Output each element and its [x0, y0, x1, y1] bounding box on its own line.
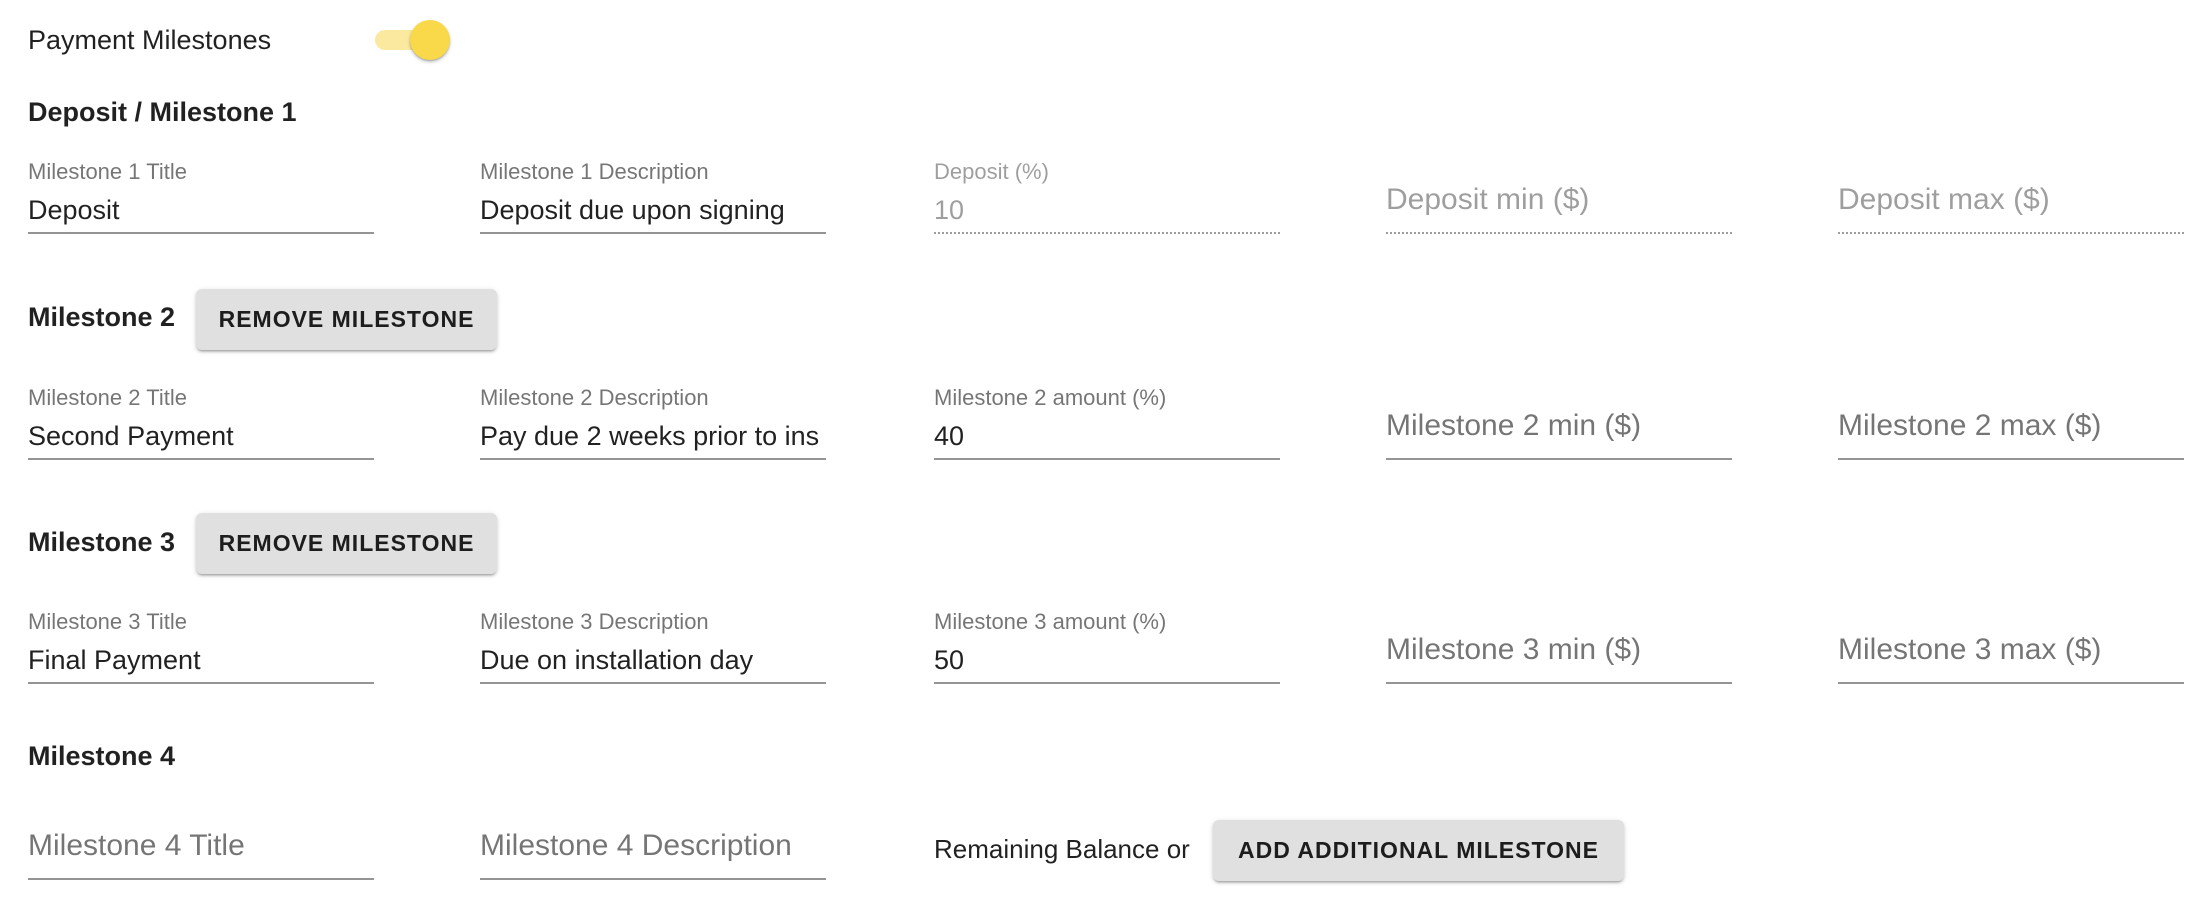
field-underline	[934, 458, 1280, 460]
field-label: Milestone 2 Title	[28, 385, 187, 410]
milestone-1-description-input[interactable]	[480, 190, 826, 230]
milestone-2-title-field[interactable]: Milestone 2 Title	[28, 384, 374, 484]
field-underline	[28, 878, 374, 880]
milestone-4-description-input[interactable]	[480, 824, 826, 868]
milestone-2-min-input[interactable]	[1386, 404, 1732, 448]
milestone-1-heading: Deposit / Milestone 1	[28, 97, 297, 127]
deposit-min-input	[1386, 178, 1732, 222]
milestone-2-description-input[interactable]	[480, 416, 826, 456]
field-underline	[480, 232, 826, 234]
deposit-percent-field: Deposit (%)	[934, 158, 1280, 258]
field-underline	[1838, 232, 2184, 234]
milestone-3-amount-field[interactable]: Milestone 3 amount (%)	[934, 608, 1280, 708]
milestone-4-title-field[interactable]	[28, 804, 374, 904]
milestone-1-description-field[interactable]: Milestone 1 Description	[480, 158, 826, 258]
milestone-2-title-input[interactable]	[28, 416, 374, 456]
field-label: Milestone 3 Title	[28, 609, 187, 634]
milestone-2-max-field[interactable]	[1838, 384, 2184, 484]
remove-milestone-3-button[interactable]: Remove Milestone	[196, 513, 497, 574]
milestone-3-description-input[interactable]	[480, 640, 826, 680]
milestone-3-min-field[interactable]	[1386, 608, 1732, 708]
remove-milestone-2-button[interactable]: Remove Milestone	[196, 289, 497, 350]
field-underline	[28, 682, 374, 684]
milestone-3-description-field[interactable]: Milestone 3 Description	[480, 608, 826, 708]
field-label: Milestone 2 amount (%)	[934, 385, 1167, 410]
field-underline	[28, 232, 374, 234]
field-underline	[1838, 458, 2184, 460]
milestone-3-max-input[interactable]	[1838, 628, 2184, 672]
milestone-3-heading: Milestone 3	[28, 527, 176, 557]
field-underline	[480, 458, 826, 460]
field-underline	[1838, 682, 2184, 684]
remaining-balance-text: Remaining Balance or	[934, 834, 1190, 864]
field-underline	[934, 682, 1280, 684]
field-underline	[1386, 458, 1732, 460]
milestone-2-max-input[interactable]	[1838, 404, 2184, 448]
field-label: Milestone 1 Description	[480, 159, 709, 184]
deposit-max-field	[1838, 158, 2184, 258]
milestone-2-amount-field[interactable]: Milestone 2 amount (%)	[934, 384, 1280, 484]
milestone-2-description-field[interactable]: Milestone 2 Description	[480, 384, 826, 484]
deposit-percent-input	[934, 190, 1280, 230]
milestone-2-heading: Milestone 2	[28, 302, 176, 332]
field-underline	[28, 458, 374, 460]
milestone-3-title-input[interactable]	[28, 640, 374, 680]
payment-milestones-toggle[interactable]	[372, 18, 452, 62]
page-title: Payment Milestones	[28, 25, 272, 55]
toggle-thumb[interactable]	[410, 20, 450, 60]
milestone-1-title-field[interactable]: Milestone 1 Title	[28, 158, 374, 258]
milestone-3-title-field[interactable]: Milestone 3 Title	[28, 608, 374, 708]
add-additional-milestone-button[interactable]: Add Additional Milestone	[1213, 820, 1624, 881]
milestone-4-description-field[interactable]	[480, 804, 826, 904]
milestone-2-amount-input[interactable]	[934, 416, 1280, 456]
milestone-2-min-field[interactable]	[1386, 384, 1732, 484]
milestone-3-min-input[interactable]	[1386, 628, 1732, 672]
milestone-1-title-input[interactable]	[28, 190, 374, 230]
milestone-3-amount-input[interactable]	[934, 640, 1280, 680]
field-underline	[1386, 682, 1732, 684]
deposit-min-field	[1386, 158, 1732, 258]
deposit-max-input	[1838, 178, 2184, 222]
field-underline	[480, 878, 826, 880]
field-underline	[1386, 232, 1732, 234]
field-label: Milestone 3 amount (%)	[934, 609, 1167, 634]
field-label: Deposit (%)	[934, 159, 1049, 184]
milestone-4-title-input[interactable]	[28, 824, 374, 868]
field-label: Milestone 3 Description	[480, 609, 709, 634]
field-underline	[480, 682, 826, 684]
field-label: Milestone 2 Description	[480, 385, 709, 410]
milestone-4-heading: Milestone 4	[28, 741, 176, 771]
field-underline	[934, 232, 1280, 234]
milestone-3-max-field[interactable]	[1838, 608, 2184, 708]
field-label: Milestone 1 Title	[28, 159, 187, 184]
